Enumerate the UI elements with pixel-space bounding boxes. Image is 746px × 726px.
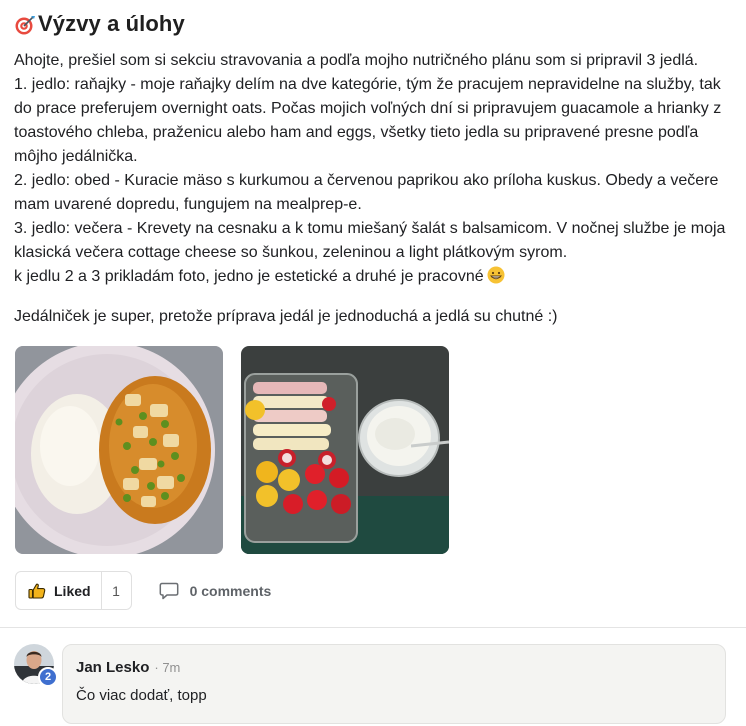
post-body-text: k jedlu 2 a 3 prikladám foto, jedno je e… [14, 268, 484, 285]
target-dart-icon [15, 16, 35, 35]
like-count[interactable]: 1 [102, 572, 131, 609]
grinning-face-emoji [487, 266, 505, 284]
comment-timestamp: · 7m [154, 660, 181, 675]
level-badge: 2 [38, 667, 58, 687]
post-body-line: klasická večera cottage cheese so šunkou… [14, 244, 568, 261]
comment-header: Jan Lesko · 7m [76, 659, 180, 676]
post-body-line: toastového chleba, praženicu alebo ham a… [14, 124, 699, 141]
photo-chicken-couscous-image [15, 346, 223, 554]
photo-mealprep-container-image [241, 346, 449, 554]
post-body-line: do prace preferujem overnight oats. Poča… [14, 100, 722, 117]
post-body-line: mam uvarené dopredu, fungujem na mealpre… [14, 196, 362, 213]
thumbs-up-icon [28, 583, 46, 599]
post-title: Výzvy a úlohy [38, 11, 185, 36]
like-button[interactable]: Liked 1 [15, 571, 132, 610]
comment-text: Čo viac dodať, topp [76, 687, 207, 704]
comment-bubble-icon [159, 582, 179, 599]
comment-avatar[interactable]: 2 [14, 644, 58, 687]
comment: 2 Jan Lesko · 7m Čo viac dodať, topp [0, 628, 746, 726]
comments-link[interactable]: 0 comments [159, 582, 272, 600]
photo-chicken-couscous[interactable] [15, 346, 223, 554]
post-body-line-last: k jedlu 2 a 3 prikladám foto, jedno je e… [14, 265, 734, 289]
post-body-line: môjho jedálnička. [14, 148, 138, 165]
comments-count-label: 0 comments [189, 582, 272, 599]
post-summary: Jedálniček je super, pretože príprava je… [14, 308, 558, 325]
post-body-line: 3. jedlo: večera - Krevety na cesnaku a … [14, 220, 726, 237]
like-label: Liked [54, 582, 91, 599]
like-toggle[interactable]: Liked [16, 572, 102, 609]
post-body: Ahojte, prešiel som si sekciu stravovani… [14, 49, 734, 289]
post-body-line: 1. jedlo: raňajky - moje raňajky delím n… [14, 76, 721, 93]
post-actions: Liked 1 0 comments [15, 571, 271, 610]
post-title-row: Výzvy a úlohy [14, 10, 185, 38]
post-body-line: Ahojte, prešiel som si sekciu stravovani… [14, 52, 699, 69]
post-body-line: 2. jedlo: obed - Kuracie mäso s kurkumou… [14, 172, 719, 189]
comment-author[interactable]: Jan Lesko [76, 659, 149, 676]
photo-mealprep-container[interactable] [241, 346, 449, 554]
comment-bubble: Jan Lesko · 7m Čo viac dodať, topp [62, 644, 726, 724]
